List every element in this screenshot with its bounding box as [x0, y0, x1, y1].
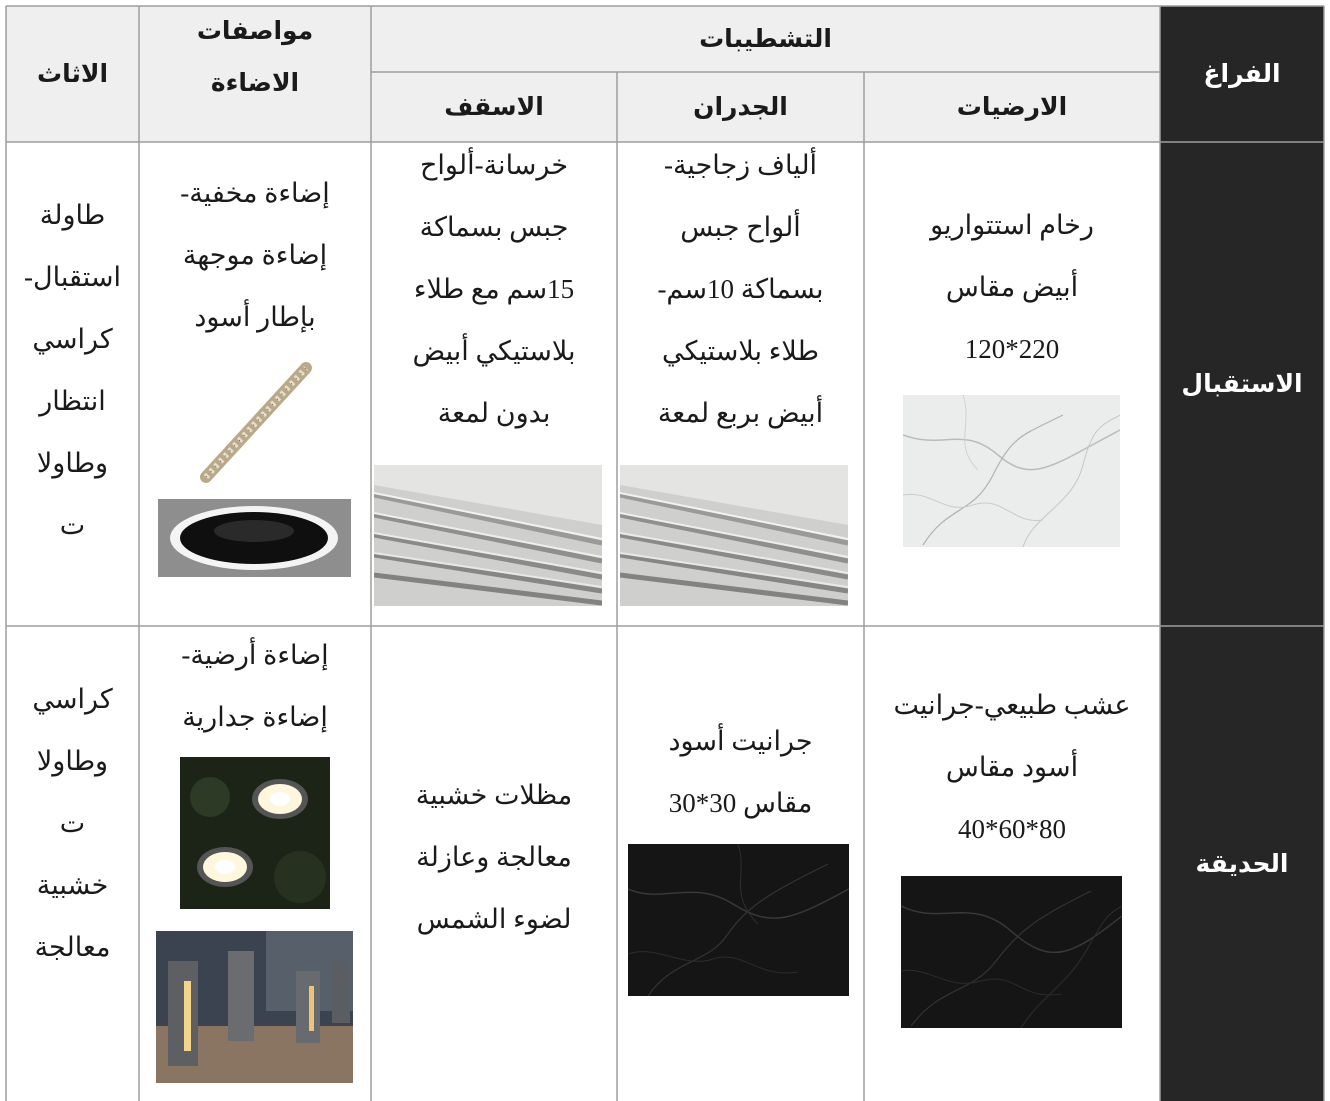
header-floors-label: الارضيات — [956, 93, 1068, 121]
bollard-light-image — [156, 931, 353, 1083]
header-ceilings-label: الاسقف — [444, 93, 544, 121]
finishes-table: الفراغ التشطيبات الارضيات الجدران الاسقف… — [0, 0, 1330, 1101]
text-line: ألواح جبس — [680, 212, 801, 242]
header-finishes-label: التشطيبات — [699, 25, 832, 53]
text-line: لضوء الشمس — [416, 904, 572, 934]
garden-walls-text: جرانيت أسود مقاس 30*30 — [617, 710, 864, 840]
text-line: وطاولا — [36, 448, 109, 478]
gypsum-board-walls-image — [620, 465, 848, 606]
text-line: ت — [59, 510, 86, 540]
text-line: كراسي — [32, 684, 113, 714]
black-downlight-image — [158, 499, 351, 577]
header-walls: الجدران — [617, 72, 864, 142]
text-line: معالجة — [34, 932, 111, 962]
text-line: بلاستيكي أبيض — [412, 336, 576, 366]
row-space-garden: الحديقة — [1160, 626, 1324, 1101]
text-line: 80*60*40 — [958, 814, 1066, 844]
header-lighting: مواصفات الاضاءة — [139, 6, 371, 142]
header-lighting-line: الاضاءة — [210, 69, 300, 97]
black-granite-walls-image — [628, 844, 849, 996]
ground-light-image — [180, 757, 330, 909]
garden-floors-text: عشب طبيعي-جرانيت أسود مقاس 80*60*40 — [864, 674, 1160, 864]
text-line: أسود مقاس — [945, 752, 1079, 782]
header-finishes: التشطيبات — [371, 6, 1160, 72]
garden-furniture-text: كراسي وطاولا ت خشبية معالجة — [6, 668, 139, 988]
text-line: 220*120 — [964, 334, 1060, 364]
text-line: انتظار — [39, 386, 106, 416]
text-line: مظلات خشبية — [415, 780, 573, 810]
header-floors: الارضيات — [864, 72, 1160, 142]
garden-lighting-text: إضاءة أرضية- إضاءة جدارية — [139, 624, 371, 754]
text-line: بدون لمعة — [437, 398, 551, 428]
text-line: عشب طبيعي-جرانيت — [893, 690, 1131, 720]
text-line: طاولة — [39, 200, 106, 230]
text-line: أبيض بربع لمعة — [657, 398, 824, 428]
led-strip-image — [196, 362, 314, 484]
text-line: وطاولا — [36, 746, 109, 776]
text-line: جرانيت أسود — [668, 726, 813, 756]
text-line: 15سم مع طلاء — [413, 274, 575, 304]
reception-floors-text: رخام استتواريو أبيض مقاس 220*120 — [864, 194, 1160, 384]
gypsum-board-ceiling-image — [374, 465, 602, 606]
text-line: جبس بسماكة — [419, 212, 569, 242]
reception-walls-text: ألياف زجاجية- ألواح جبس بسماكة 10سم- طلا… — [617, 134, 864, 454]
text-line: إضاءة أرضية- — [181, 640, 329, 670]
text-line: كراسي — [32, 324, 113, 354]
header-lighting-line: مواصفات — [196, 17, 314, 45]
header-ceilings: الاسقف — [371, 72, 617, 142]
white-marble-image — [903, 395, 1120, 547]
text-line: ت — [59, 808, 86, 838]
text-line: معالجة وعازلة — [416, 842, 572, 872]
text-line: إضاءة مخفية- — [180, 178, 330, 208]
garden-ceilings-text: مظلات خشبية معالجة وعازلة لضوء الشمس — [371, 764, 617, 954]
row-space-reception: الاستقبال — [1160, 142, 1324, 626]
header-space: الفراغ — [1160, 6, 1324, 142]
text-line: مقاس 30*30 — [668, 788, 813, 818]
header-furniture: الاثاث — [6, 6, 139, 142]
text-line: طلاء بلاستيكي — [662, 336, 820, 366]
header-furniture-label: الاثاث — [36, 60, 109, 88]
reception-ceilings-text: خرسانة-ألواح جبس بسماكة 15سم مع طلاء بلا… — [371, 134, 617, 454]
text-line: إضاءة موجهة — [182, 240, 328, 270]
black-granite-floor-image — [901, 876, 1122, 1028]
text-line: ألياف زجاجية- — [663, 150, 818, 180]
row-space-label: الحديقة — [1195, 849, 1289, 878]
text-line: خرسانة-ألواح — [419, 150, 569, 180]
text-line: رخام استتواريو — [930, 210, 1094, 240]
text-line: أبيض مقاس — [945, 272, 1079, 302]
text-line: خشبية — [36, 870, 109, 900]
header-walls-label: الجدران — [693, 93, 788, 121]
row-space-label: الاستقبال — [1181, 370, 1303, 398]
reception-lighting-text: إضاءة مخفية- إضاءة موجهة بإطار أسود — [139, 162, 371, 352]
text-line: بسماكة 10سم- — [657, 274, 824, 304]
header-space-label: الفراغ — [1203, 60, 1281, 88]
text-line: استقبال- — [24, 262, 121, 292]
reception-furniture-text: طاولة استقبال- كراسي انتظار وطاولا ت — [6, 184, 139, 564]
text-line: إضاءة جدارية — [182, 702, 328, 732]
text-line: بإطار أسود — [194, 302, 316, 332]
